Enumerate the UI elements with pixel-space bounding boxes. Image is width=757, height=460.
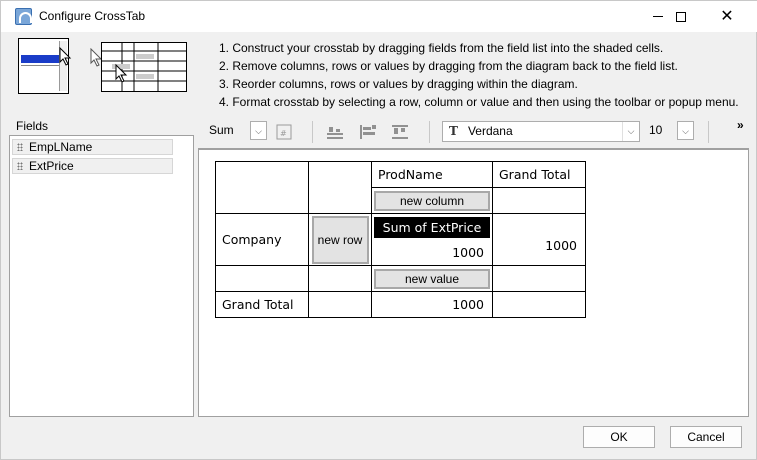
font-value: Verdana bbox=[467, 124, 513, 138]
new-value-slot[interactable]: new value bbox=[374, 268, 490, 289]
chevron-down-icon: ⌵ bbox=[250, 121, 267, 140]
number-format-icon: # bbox=[276, 124, 292, 140]
grand-total-column-header[interactable]: Grand Total bbox=[492, 161, 586, 188]
instruction-2: 2. Remove columns, rows or values by dra… bbox=[219, 59, 678, 73]
align-bottom-icon bbox=[327, 127, 343, 139]
field-item-emplname[interactable]: EmpLName bbox=[12, 139, 173, 155]
aggregate-value: Sum bbox=[209, 123, 234, 137]
font-select[interactable]: T Verdana ⌵ bbox=[442, 121, 640, 142]
cancel-button[interactable]: Cancel bbox=[670, 426, 742, 448]
font-type-icon: T bbox=[449, 124, 458, 138]
close-button[interactable]: ✕ bbox=[704, 1, 750, 32]
title-bar: Configure CrossTab ✕ bbox=[1, 1, 757, 32]
field-item-extprice[interactable]: ExtPrice bbox=[12, 158, 173, 174]
aggregate-select[interactable]: Sum ⌵ bbox=[203, 121, 267, 142]
cursor-icon bbox=[59, 47, 72, 66]
app-icon bbox=[15, 8, 32, 25]
crosstab-grid: ProdName Grand Total new column Company … bbox=[215, 161, 586, 318]
field-item-label: ExtPrice bbox=[29, 159, 74, 173]
instruction-1: 1. Construct your crosstab by dragging f… bbox=[219, 41, 664, 55]
drag-handle-icon bbox=[17, 162, 23, 170]
instruction-3: 3. Reorder columns, rows or values by dr… bbox=[219, 77, 578, 91]
grid-thumbnail-icon bbox=[102, 43, 186, 91]
row-grand-total-cell: 1000 bbox=[492, 213, 586, 266]
new-column-slot[interactable]: new column bbox=[374, 190, 490, 211]
field-list[interactable] bbox=[9, 135, 194, 417]
drag-field-illustration bbox=[18, 38, 72, 94]
format-toolbar: Sum ⌵ # T Verdana ⌵ 10 ⌵ » bbox=[200, 117, 749, 148]
align-left-icon bbox=[360, 125, 376, 139]
svg-text:#: # bbox=[280, 129, 287, 138]
new-row-slot[interactable]: new row bbox=[311, 215, 369, 264]
column-field-header[interactable]: ProdName bbox=[371, 161, 493, 188]
chevron-down-icon: ⌵ bbox=[677, 121, 694, 140]
chevron-down-icon: ⌵ bbox=[622, 122, 639, 141]
drag-handle-icon bbox=[17, 143, 23, 151]
instruction-4: 4. Format crosstab by selecting a row, c… bbox=[219, 95, 739, 109]
row-field-header[interactable]: Company bbox=[215, 213, 309, 266]
toolbar-overflow-button[interactable]: » bbox=[737, 118, 744, 132]
corner-cell bbox=[215, 161, 309, 214]
window-title: Configure CrossTab bbox=[39, 9, 146, 23]
value-header-selected[interactable]: Sum of ExtPrice bbox=[374, 216, 490, 238]
row-header-spacer bbox=[308, 161, 372, 214]
align-top-icon bbox=[392, 125, 408, 139]
font-size-select[interactable]: 10 ⌵ bbox=[643, 121, 694, 142]
font-size-value: 10 bbox=[649, 123, 663, 137]
close-icon: ✕ bbox=[720, 7, 734, 25]
ok-button[interactable]: OK bbox=[583, 426, 655, 448]
crosstab-diagram-illustration bbox=[101, 42, 187, 92]
value-cell[interactable]: 1000 bbox=[372, 240, 492, 265]
grand-total-row-header[interactable]: Grand Total bbox=[215, 291, 309, 318]
fields-label: Fields bbox=[16, 119, 49, 133]
grand-total-value: 1000 bbox=[371, 291, 493, 318]
maximize-button[interactable] bbox=[658, 1, 704, 32]
selected-field-graphic bbox=[21, 55, 59, 63]
configure-crosstab-dialog: Configure CrossTab ✕ 1. Construct your c… bbox=[0, 0, 757, 460]
maximize-icon bbox=[676, 11, 686, 22]
field-item-label: EmpLName bbox=[29, 140, 93, 154]
